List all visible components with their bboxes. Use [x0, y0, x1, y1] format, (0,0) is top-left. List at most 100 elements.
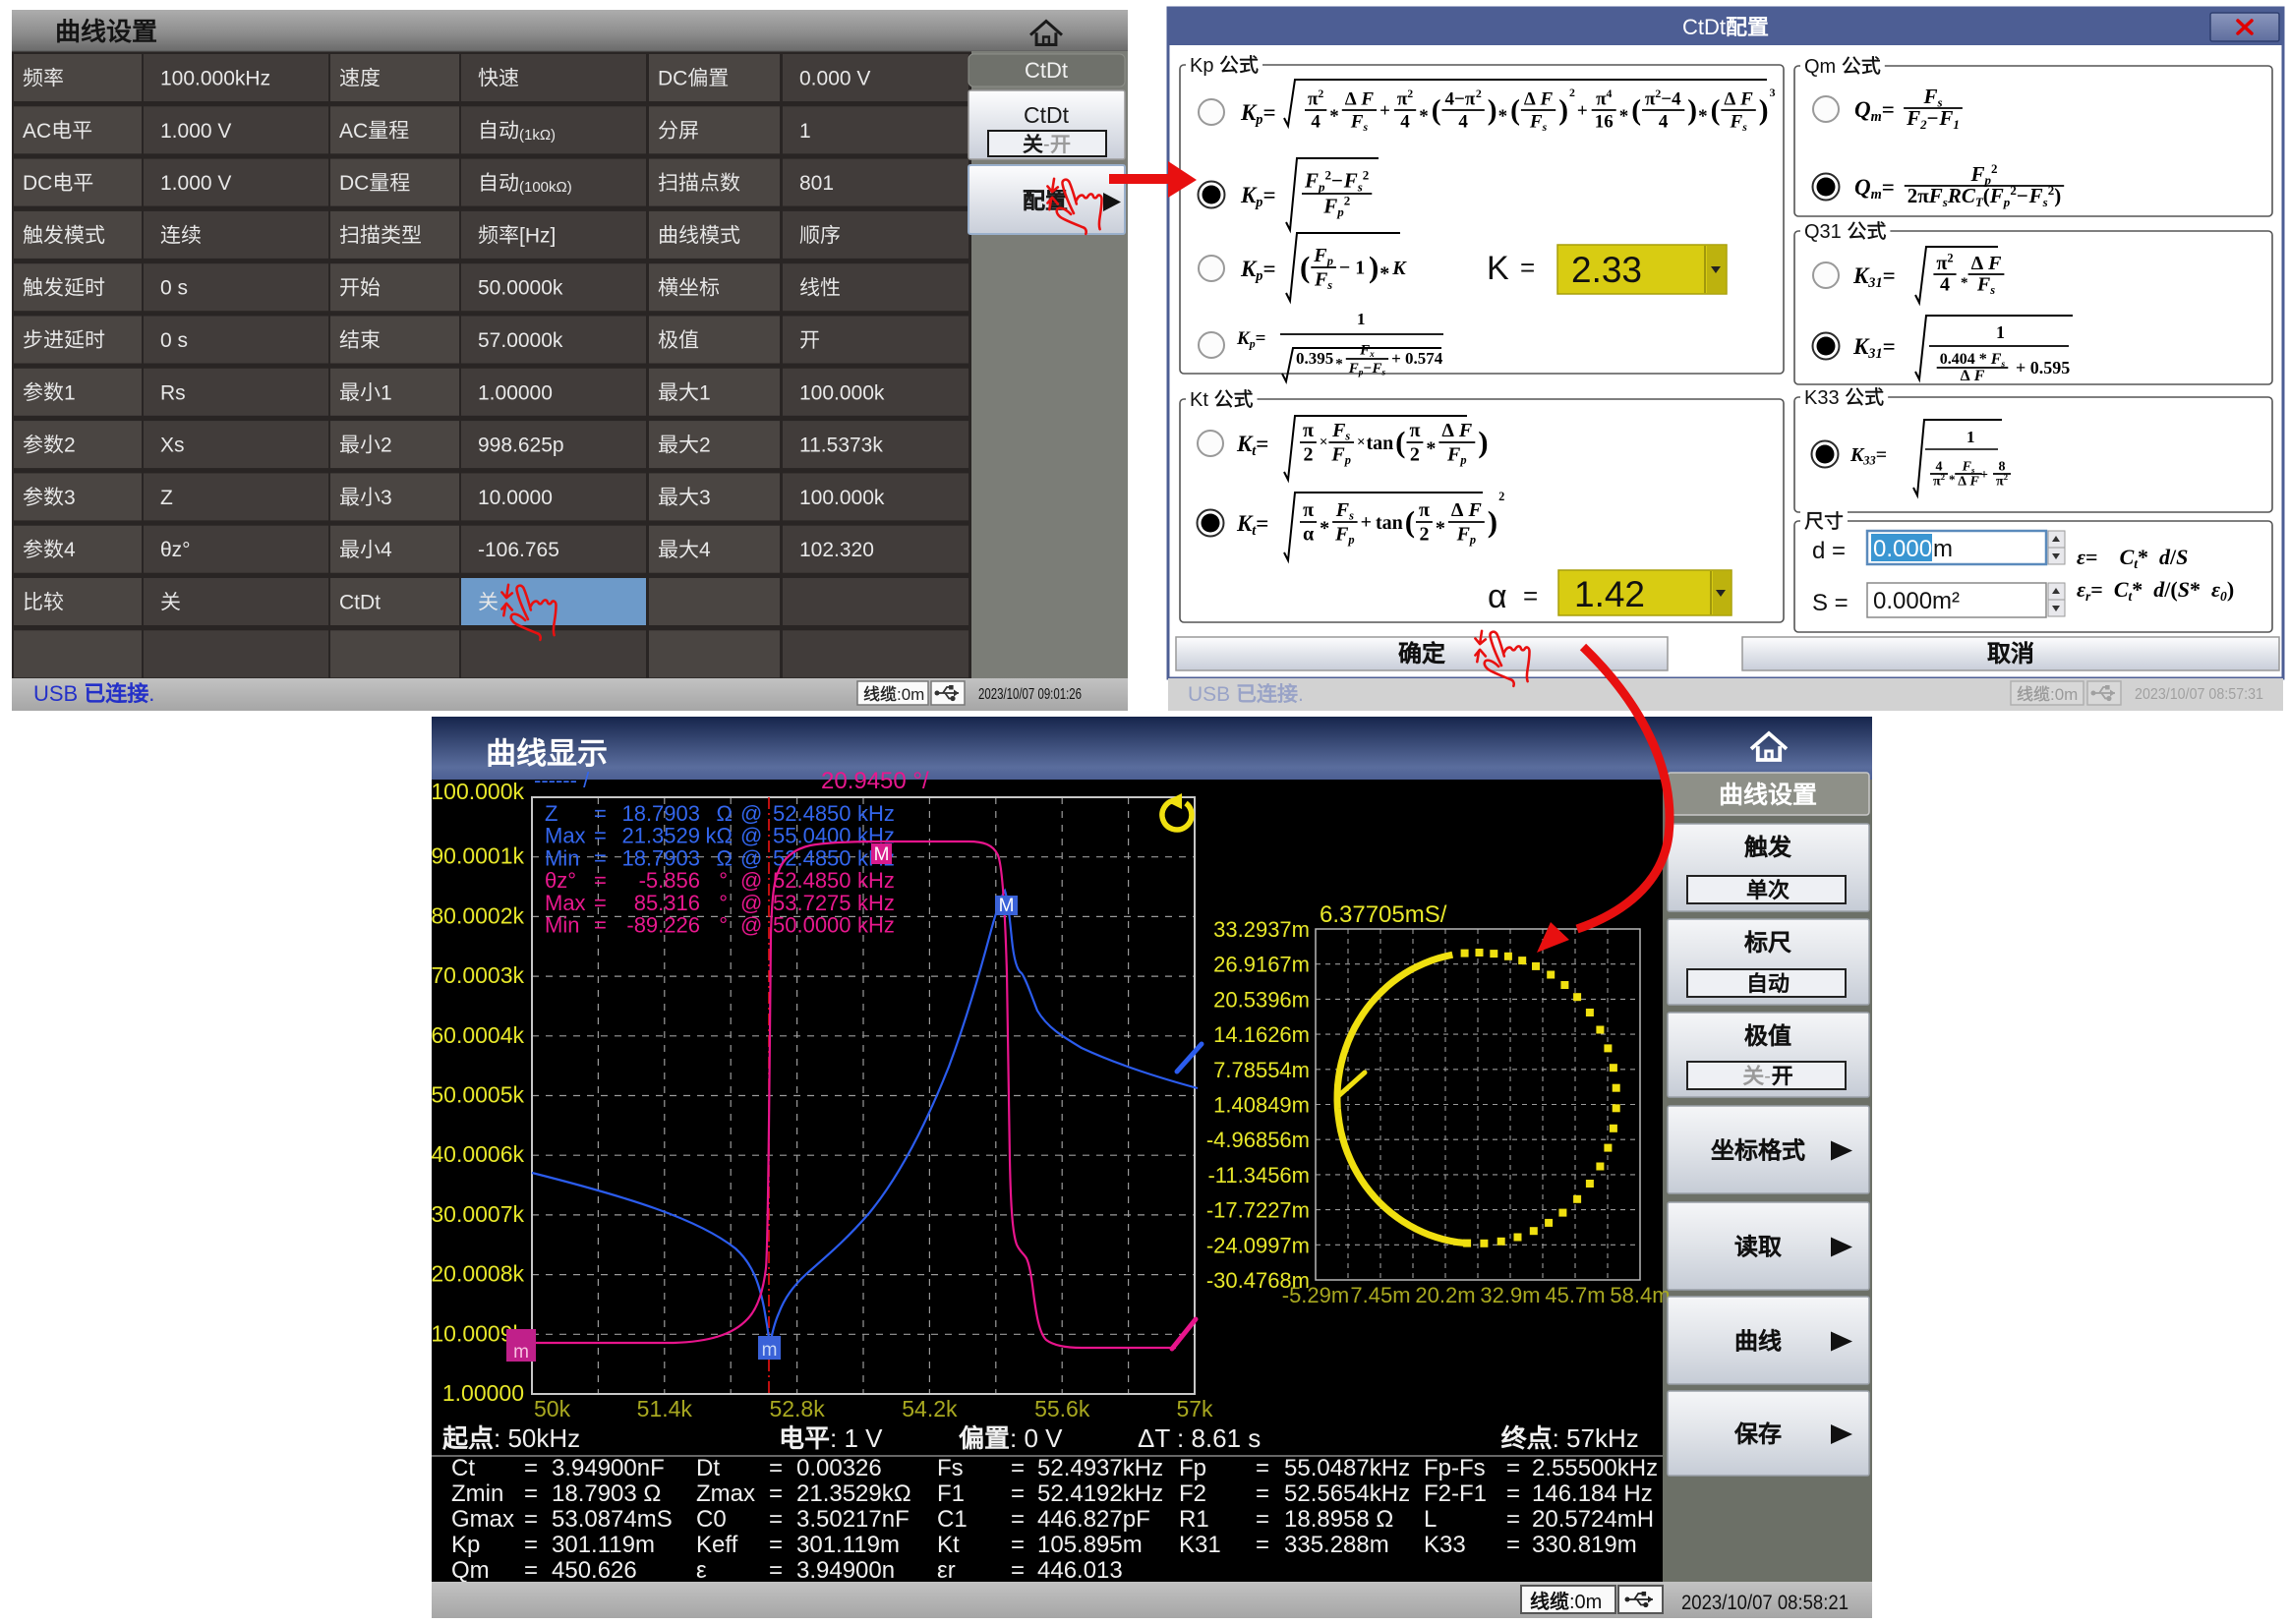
- svg-text:0 s: 0 s: [160, 277, 188, 300]
- svg-text:4: 4: [1400, 112, 1410, 133]
- svg-text:p: p: [1347, 533, 1354, 547]
- svg-text:1: 1: [64, 381, 76, 404]
- svg-text:51.4k: 51.4k: [637, 1396, 693, 1421]
- svg-text:CtDt: CtDt: [1682, 15, 1726, 39]
- svg-text:=: =: [1882, 97, 1895, 122]
- svg-text:50.0000k: 50.0000k: [478, 277, 563, 300]
- svg-text:*: *: [1379, 262, 1389, 284]
- svg-text:s: s: [1326, 278, 1332, 292]
- svg-text:(: (: [1395, 425, 1405, 459]
- svg-text:1.000 V: 1.000 V: [160, 172, 231, 195]
- svg-text:31: 31: [1867, 346, 1882, 362]
- svg-text:4−π: 4−π: [1445, 88, 1476, 109]
- svg-text:F: F: [1990, 351, 2002, 368]
- svg-text:0.000m²: 0.000m²: [1873, 588, 1960, 614]
- svg-text:@: @: [740, 868, 762, 893]
- svg-text:18.7903: 18.7903: [621, 801, 700, 826]
- svg-text:Kt: Kt: [1190, 389, 1208, 411]
- svg-text:=: =: [594, 891, 607, 915]
- svg-text:=: =: [1263, 183, 1276, 207]
- svg-text:@: @: [740, 824, 762, 848]
- svg-text:60.0004k: 60.0004k: [431, 1022, 524, 1048]
- svg-text:DC: DC: [339, 172, 369, 195]
- svg-text:=: =: [1506, 1480, 1520, 1507]
- svg-text:=: =: [1011, 1557, 1025, 1584]
- svg-text:50.0005k: 50.0005k: [431, 1082, 524, 1108]
- svg-text:USB: USB: [1188, 683, 1230, 706]
- svg-text:3.94900n: 3.94900n: [796, 1557, 895, 1584]
- svg-text:=: =: [769, 1480, 783, 1507]
- svg-text:Qm: Qm: [1804, 56, 1836, 78]
- svg-text:4: 4: [64, 539, 76, 561]
- svg-text:K33: K33: [1804, 387, 1840, 409]
- svg-text:F: F: [1313, 245, 1327, 266]
- svg-text:55.0487kHz: 55.0487kHz: [1284, 1455, 1410, 1481]
- svg-text:446.013: 446.013: [1037, 1557, 1123, 1584]
- svg-text:s: s: [1741, 120, 1747, 134]
- svg-text:π: π: [1419, 499, 1430, 521]
- svg-text:@: @: [740, 801, 762, 826]
- svg-text:×: ×: [1357, 435, 1366, 450]
- svg-text:=: =: [1256, 1455, 1269, 1481]
- svg-text:(100kΩ): (100kΩ): [519, 179, 572, 196]
- svg-text:=: =: [524, 1455, 538, 1481]
- svg-text:+ 0.574: + 0.574: [1391, 349, 1443, 368]
- svg-text:=: =: [1011, 1506, 1025, 1533]
- svg-text:Δ: Δ: [1958, 475, 1966, 490]
- svg-text:=: =: [594, 801, 607, 826]
- svg-text:F: F: [1923, 85, 1938, 108]
- svg-text:S: S: [2178, 577, 2190, 602]
- svg-text:=: =: [2090, 577, 2103, 602]
- svg-text:K: K: [1391, 258, 1407, 279]
- svg-text:−: −: [2017, 184, 2028, 207]
- svg-text:52.8k: 52.8k: [769, 1396, 825, 1421]
- svg-text:*: *: [1335, 356, 1343, 372]
- svg-text:*: *: [2190, 577, 2201, 602]
- svg-text:Rs: Rs: [160, 381, 186, 404]
- svg-text:F: F: [1331, 420, 1346, 441]
- svg-text:146.184 Hz: 146.184 Hz: [1532, 1480, 1653, 1507]
- svg-text:F: F: [1987, 253, 2002, 274]
- svg-text:85.316: 85.316: [634, 891, 700, 915]
- svg-text:2: 2: [1344, 193, 1351, 207]
- svg-text:π: π: [1410, 420, 1421, 441]
- svg-text:Max: Max: [545, 891, 586, 915]
- svg-text:=: =: [524, 1506, 538, 1533]
- svg-text:s: s: [1344, 430, 1350, 443]
- svg-text:=: =: [1520, 253, 1535, 282]
- svg-text:1: 1: [1966, 428, 1975, 446]
- svg-text:ε: ε: [696, 1557, 707, 1584]
- svg-text:=: =: [1506, 1532, 1520, 1558]
- svg-text:−: −: [1363, 361, 1372, 377]
- svg-text:-4.96856m: -4.96856m: [1206, 1128, 1310, 1152]
- svg-text:F: F: [1529, 112, 1543, 133]
- svg-text:kHz: kHz: [857, 801, 895, 826]
- svg-text:335.288m: 335.288m: [1284, 1532, 1389, 1558]
- svg-text:7.45m: 7.45m: [1350, 1283, 1410, 1307]
- svg-text:F: F: [1372, 361, 1382, 377]
- svg-text:p: p: [1459, 453, 1466, 467]
- svg-text:*: *: [1426, 437, 1436, 459]
- svg-text:Kp: Kp: [451, 1532, 480, 1558]
- svg-text:1: 1: [1953, 117, 1960, 132]
- svg-text:tan: tan: [1376, 512, 1403, 534]
- svg-text:CtDt: CtDt: [1025, 58, 1068, 83]
- svg-text:=: =: [769, 1557, 783, 1584]
- svg-text:): ): [1478, 425, 1488, 459]
- svg-text:2.55500kHz: 2.55500kHz: [1532, 1455, 1658, 1481]
- svg-text:58.4m: 58.4m: [1610, 1283, 1670, 1307]
- svg-text:0.000: 0.000: [1873, 536, 1932, 562]
- svg-text:2: 2: [1410, 443, 1420, 465]
- svg-text:40.0006k: 40.0006k: [431, 1141, 524, 1167]
- svg-text:=: =: [524, 1557, 538, 1584]
- svg-text:=: =: [1256, 1480, 1269, 1507]
- svg-text:-11.3456m: -11.3456m: [1207, 1163, 1310, 1188]
- svg-text:=: =: [594, 824, 607, 848]
- svg-text:=: =: [769, 1506, 783, 1533]
- svg-text:2: 2: [1947, 251, 1953, 264]
- svg-text:F2-F1: F2-F1: [1424, 1480, 1487, 1507]
- svg-text:d =: d =: [1812, 538, 1846, 564]
- svg-text:m: m: [513, 1342, 529, 1363]
- svg-text:K: K: [1240, 257, 1258, 281]
- svg-text:F: F: [1989, 184, 2004, 207]
